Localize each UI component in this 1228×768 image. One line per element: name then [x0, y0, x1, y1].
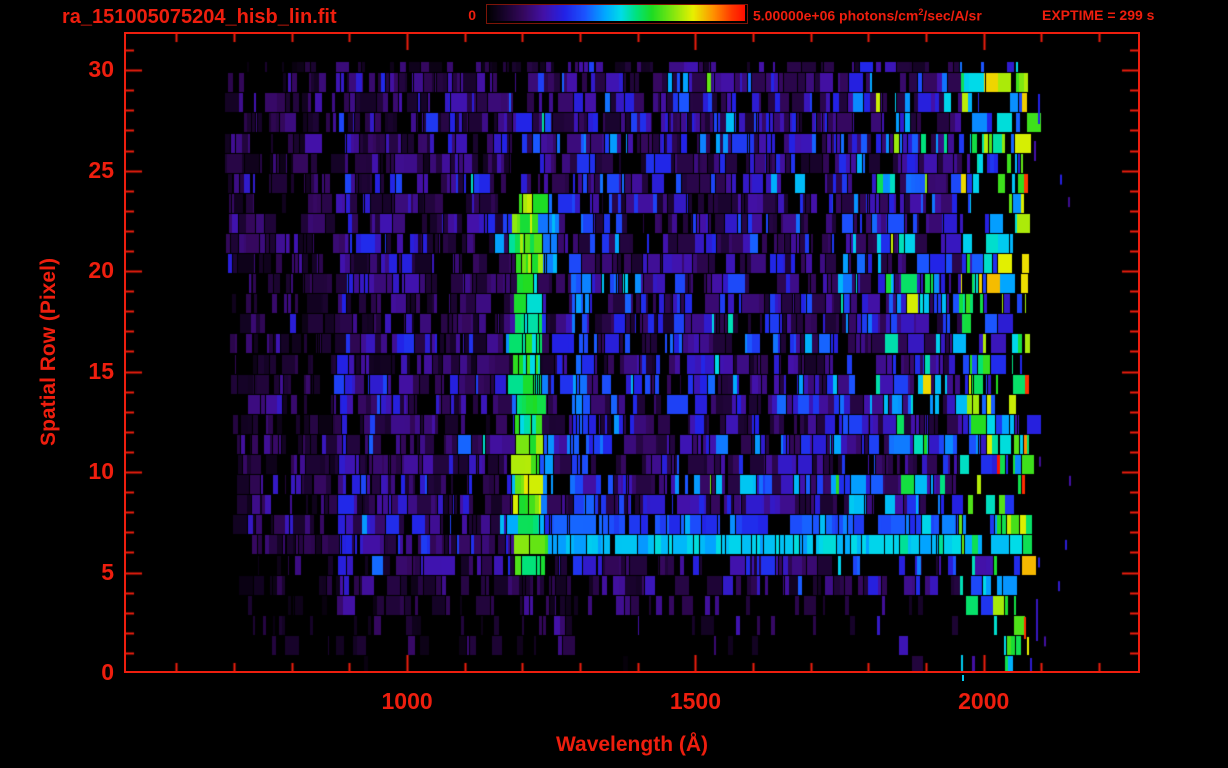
colorbar-max-label: 5.00000e+06 photons/cm2/sec/A/sr — [753, 7, 982, 24]
x-axis-label: Wavelength (Å) — [555, 733, 709, 756]
y-tick-label: 10 — [88, 458, 114, 485]
data-spark-below-axis — [962, 675, 964, 681]
y-axis-label: Spatial Row (Pixel) — [37, 258, 60, 446]
colorbar — [486, 4, 748, 24]
y-tick-label: 20 — [88, 257, 114, 284]
colorbar-gradient — [487, 5, 745, 21]
x-tick-label: 2000 — [958, 688, 1010, 714]
y-tick-label: 5 — [101, 558, 114, 585]
x-tick-label: 1000 — [381, 688, 433, 714]
y-tick-label: 15 — [88, 357, 114, 384]
y-tick-label: 30 — [88, 56, 114, 83]
spectral-image-viewer: ra_151005075204_hisb_lin.fit 0 5.00000e+… — [0, 0, 1228, 768]
filename-title: ra_151005075204_hisb_lin.fit — [62, 6, 337, 28]
y-tick-label: 25 — [88, 156, 114, 183]
exptime-label: EXPTIME = 299 s — [1042, 7, 1155, 23]
colorbar-min-label: 0 — [468, 7, 476, 23]
y-tick-label: 0 — [101, 659, 114, 685]
colorbar-max-value: 5.00000e+06 photons/cm — [753, 7, 919, 24]
x-tick-label: 1500 — [669, 688, 721, 714]
colorbar-units-suffix: /sec/A/sr — [923, 7, 982, 24]
plot-frame — [124, 32, 1140, 673]
spectrogram-canvas[interactable] — [126, 34, 1138, 671]
